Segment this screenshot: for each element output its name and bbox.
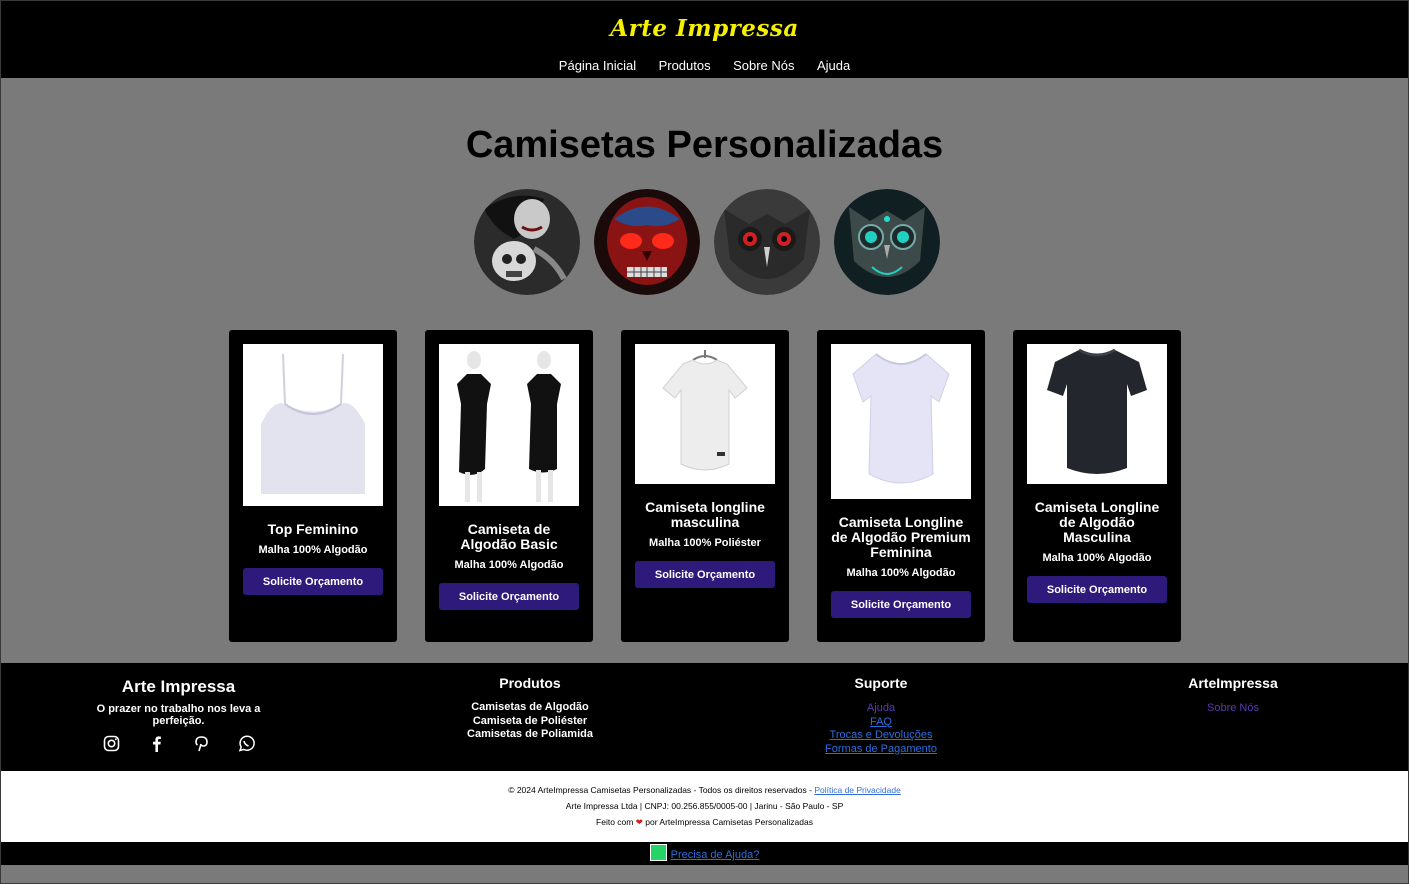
- nav-products[interactable]: Produtos: [659, 58, 711, 73]
- product-image-longline-cotton[interactable]: [1027, 344, 1167, 484]
- gallery-image-teal-owl[interactable]: [834, 189, 940, 295]
- help-link[interactable]: Precisa de Ajuda?: [671, 849, 760, 861]
- copyright-section: © 2024 ArteImpressa Camisetas Personaliz…: [1, 771, 1408, 842]
- product-image-top[interactable]: [243, 344, 383, 506]
- product-card: Camiseta longline masculina Malha 100% P…: [621, 330, 789, 642]
- product-image-premium-female[interactable]: [831, 344, 971, 499]
- main-nav: Página Inicial Produtos Sobre Nós Ajuda: [1, 57, 1408, 75]
- footer-support-title: Suporte: [854, 675, 908, 691]
- help-bar: Precisa de Ajuda?: [1, 842, 1408, 865]
- facebook-icon[interactable]: [148, 735, 165, 752]
- social-links: [71, 735, 286, 752]
- footer-brand-col: Arte Impressa O prazer no trabalho nos l…: [71, 675, 286, 752]
- product-title: Top Feminino: [267, 521, 359, 537]
- copyright-line: © 2024 ArteImpressa Camisetas Personaliz…: [1, 785, 1408, 795]
- whatsapp-icon[interactable]: [649, 844, 667, 862]
- site-logo[interactable]: Arte Impressa: [1, 15, 1408, 42]
- product-image-basic[interactable]: [439, 344, 579, 506]
- footer-support-col: Suporte Ajuda FAQ Trocas e Devoluções Fo…: [801, 675, 961, 756]
- gallery-image-dark-owl[interactable]: [714, 189, 820, 295]
- product-list: Top Feminino Malha 100% Algodão Solicite…: [229, 330, 1181, 642]
- footer-products-col: Produtos Camisetas de Algodão Camiseta d…: [441, 675, 619, 742]
- footer-link-payment[interactable]: Formas de Pagamento: [801, 743, 961, 757]
- product-material: Malha 100% Algodão: [258, 544, 368, 556]
- footer-products-title: Produtos: [499, 675, 561, 691]
- quote-button[interactable]: Solicite Orçamento: [439, 583, 579, 610]
- footer-link-about[interactable]: Sobre Nós: [1173, 702, 1293, 716]
- footer-link-polyamide[interactable]: Camisetas de Poliamida: [441, 728, 619, 742]
- whatsapp-icon[interactable]: [238, 735, 255, 752]
- nav-help[interactable]: Ajuda: [817, 58, 850, 73]
- product-material: Malha 100% Algodão: [1042, 552, 1152, 564]
- product-card: Camiseta Longline de Algodão Masculina M…: [1013, 330, 1181, 642]
- quote-button[interactable]: Solicite Orçamento: [831, 591, 971, 618]
- gallery-image-woman-skull[interactable]: [474, 189, 580, 295]
- product-title: Camiseta longline masculina: [645, 499, 765, 530]
- gallery-image-red-skull[interactable]: [594, 189, 700, 295]
- footer-link-faq[interactable]: FAQ: [801, 716, 961, 730]
- product-material: Malha 100% Algodão: [454, 559, 564, 571]
- footer-brand: Arte Impressa: [121, 677, 236, 696]
- art-gallery: [474, 189, 940, 295]
- bottom-strip: [1, 865, 1408, 883]
- quote-button[interactable]: Solicite Orçamento: [243, 568, 383, 595]
- made-with-line: Feito com ❤ por ArteImpressa Camisetas P…: [596, 817, 813, 827]
- footer-link-polyester[interactable]: Camiseta de Poliéster: [441, 715, 619, 729]
- product-material: Malha 100% Algodão: [846, 567, 956, 579]
- footer-link-cotton[interactable]: Camisetas de Algodão: [441, 701, 619, 715]
- product-image-longline-poly[interactable]: [635, 344, 775, 484]
- footer-about-title: ArteImpressa: [1188, 675, 1278, 691]
- product-card: Camiseta de Algodão Basic Malha 100% Alg…: [425, 330, 593, 642]
- nav-home[interactable]: Página Inicial: [559, 58, 636, 73]
- product-title: Camiseta de Algodão Basic: [460, 521, 558, 552]
- page-title: Camisetas Personalizadas: [465, 124, 944, 166]
- quote-button[interactable]: Solicite Orçamento: [1027, 576, 1167, 603]
- quote-button[interactable]: Solicite Orçamento: [635, 561, 775, 588]
- product-title: Camiseta Longline de Algodão Masculina: [1034, 499, 1160, 545]
- heart-icon: ❤: [635, 817, 643, 827]
- company-info: Arte Impressa Ltda | CNPJ: 00.256.855/00…: [565, 801, 844, 811]
- copyright-text: © 2024 ArteImpressa Camisetas Personaliz…: [508, 785, 812, 795]
- pinterest-icon[interactable]: [193, 735, 210, 752]
- product-card: Camiseta Longline de Algodão Premium Fem…: [817, 330, 985, 642]
- site-header: Arte Impressa Página Inicial Produtos So…: [1, 1, 1408, 78]
- product-card: Top Feminino Malha 100% Algodão Solicite…: [229, 330, 397, 642]
- site-footer: Arte Impressa O prazer no trabalho nos l…: [1, 663, 1408, 771]
- product-title: Camiseta Longline de Algodão Premium Fem…: [831, 514, 971, 560]
- product-material: Malha 100% Poliéster: [649, 537, 761, 549]
- nav-about[interactable]: Sobre Nós: [733, 58, 794, 73]
- footer-link-help[interactable]: Ajuda: [801, 702, 961, 716]
- footer-link-returns[interactable]: Trocas e Devoluções: [801, 729, 961, 743]
- instagram-icon[interactable]: [103, 735, 120, 752]
- footer-about-col: ArteImpressa Sobre Nós: [1173, 675, 1293, 716]
- footer-tagline: O prazer no trabalho nos leva a perfeiçã…: [96, 703, 261, 727]
- privacy-link[interactable]: Política de Privacidade: [814, 785, 900, 795]
